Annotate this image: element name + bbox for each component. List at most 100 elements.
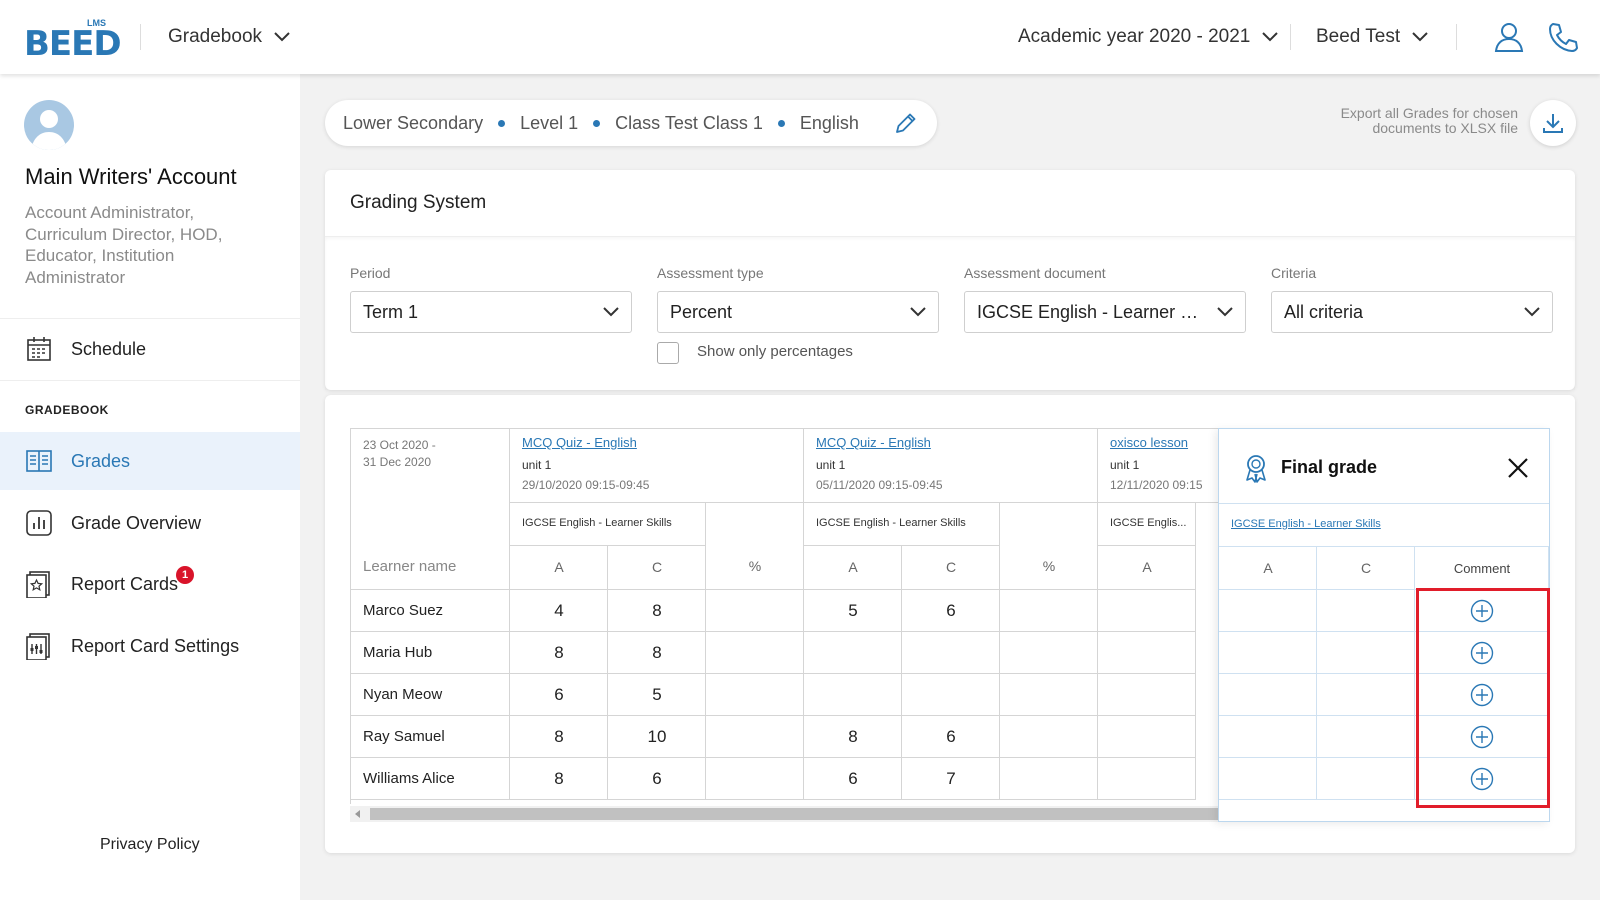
chevron-down-icon bbox=[274, 32, 290, 42]
assessment-header: MCQ Quiz - English unit 1 29/10/2020 09:… bbox=[510, 428, 804, 503]
horizontal-scrollbar[interactable] bbox=[350, 806, 1218, 822]
assessment-document-cell: IGCSE Englis... bbox=[1098, 503, 1196, 546]
sidebar-item-grade-overview[interactable]: Grade Overview bbox=[0, 494, 300, 552]
learner-name-cell[interactable]: Williams Alice bbox=[350, 758, 510, 800]
grade-value: 4 bbox=[554, 601, 564, 620]
percent-cell bbox=[1000, 632, 1098, 674]
grade-cell[interactable]: 10 bbox=[608, 716, 706, 758]
final-grade-document-link[interactable]: IGCSE English - Learner Skills bbox=[1231, 518, 1381, 530]
percent-cell bbox=[706, 758, 804, 800]
assessment-document-select[interactable]: IGCSE English - Learner Skills bbox=[964, 291, 1246, 333]
chevron-down-icon bbox=[603, 307, 619, 317]
grade-cell[interactable] bbox=[902, 632, 1000, 674]
scrollbar-thumb[interactable] bbox=[370, 808, 1218, 820]
criteria-label: Criteria bbox=[1271, 265, 1317, 281]
criteria-a-header-cell: A bbox=[510, 546, 608, 590]
grade-cell[interactable]: 7 bbox=[902, 758, 1000, 800]
grade-cell[interactable]: 6 bbox=[608, 758, 706, 800]
grade-value: 10 bbox=[647, 727, 667, 746]
assessment-type-value: Percent bbox=[670, 301, 733, 322]
grade-cell[interactable]: 6 bbox=[804, 758, 902, 800]
grade-value: 8 bbox=[554, 643, 564, 662]
grade-cell[interactable] bbox=[902, 674, 1000, 716]
assessment-title-link[interactable]: MCQ Quiz - English bbox=[816, 435, 931, 450]
learner-name-cell[interactable]: Ray Samuel bbox=[350, 716, 510, 758]
assessment-type-select[interactable]: Percent bbox=[657, 291, 939, 333]
avatar[interactable] bbox=[24, 100, 74, 150]
divider bbox=[1456, 24, 1457, 50]
top-bar: LMS BEED Gradebook Academic year 2020 - … bbox=[0, 0, 1600, 74]
show-only-percentages-label[interactable]: Show only percentages bbox=[697, 343, 853, 360]
module-label: Gradebook bbox=[168, 26, 263, 47]
final-grade-a-cell[interactable] bbox=[1219, 674, 1317, 716]
user-icon[interactable] bbox=[1492, 20, 1526, 54]
export-xlsx-button[interactable] bbox=[1530, 100, 1576, 146]
breadcrumb-item[interactable]: Level 1 bbox=[520, 113, 578, 134]
assessment-document: IGCSE English - Learner Skills bbox=[816, 517, 966, 529]
criteria-select[interactable]: All criteria bbox=[1271, 291, 1553, 333]
final-grade-c-cell[interactable] bbox=[1317, 758, 1415, 800]
sidebar-item-report-card-settings[interactable]: Report Card Settings bbox=[0, 617, 300, 675]
percent-cell bbox=[1000, 758, 1098, 800]
assessment-title-link[interactable]: oxisco lesson bbox=[1110, 435, 1188, 450]
grade-cell[interactable]: 8 bbox=[510, 758, 608, 800]
grade-value: 5 bbox=[848, 601, 858, 620]
period-value: Term 1 bbox=[363, 301, 419, 322]
account-name: Main Writers' Account bbox=[25, 164, 237, 189]
phone-icon[interactable] bbox=[1546, 20, 1580, 54]
grade-cell[interactable]: 8 bbox=[510, 632, 608, 674]
grade-cell[interactable]: 8 bbox=[608, 590, 706, 632]
module-selector[interactable]: Gradebook bbox=[168, 24, 290, 50]
grade-value: 6 bbox=[554, 685, 564, 704]
nav-schedule[interactable]: Schedule bbox=[0, 320, 300, 378]
grade-cell[interactable]: 5 bbox=[608, 674, 706, 716]
grade-cell[interactable] bbox=[804, 632, 902, 674]
grade-cell[interactable]: 5 bbox=[804, 590, 902, 632]
breadcrumb-item[interactable]: English bbox=[800, 113, 859, 134]
logo-word: BEED bbox=[24, 24, 122, 64]
grade-cell[interactable]: 8 bbox=[510, 716, 608, 758]
final-grade-a-cell[interactable] bbox=[1219, 758, 1317, 800]
assessment-unit: unit 1 bbox=[522, 458, 552, 472]
chevron-down-icon bbox=[1524, 307, 1540, 317]
learner-name-cell[interactable]: Maria Hub bbox=[350, 632, 510, 674]
final-grade-a-cell[interactable] bbox=[1219, 590, 1317, 632]
privacy-policy-link[interactable]: Privacy Policy bbox=[100, 836, 200, 854]
learner-name-cell[interactable]: Marco Suez bbox=[350, 590, 510, 632]
breadcrumb-item[interactable]: Lower Secondary bbox=[343, 113, 483, 134]
show-only-percentages-checkbox[interactable] bbox=[657, 342, 679, 364]
grade-cell[interactable]: 8 bbox=[608, 632, 706, 674]
final-grade-a-cell[interactable] bbox=[1219, 716, 1317, 758]
learner-name-cell[interactable]: Nyan Meow bbox=[350, 674, 510, 716]
grade-cell[interactable]: 4 bbox=[510, 590, 608, 632]
comment-header-cell: Comment bbox=[1415, 546, 1549, 590]
assessment-document-cell: IGCSE English - Learner Skills bbox=[510, 503, 706, 546]
sidebar-item-report-cards[interactable]: Report Cards bbox=[0, 555, 300, 613]
grade-cell[interactable] bbox=[804, 674, 902, 716]
assessment-title-link[interactable]: MCQ Quiz - English bbox=[522, 435, 637, 450]
final-grade-c-cell[interactable] bbox=[1317, 632, 1415, 674]
comment-header: Comment bbox=[1453, 561, 1511, 576]
percent-cell bbox=[1000, 590, 1098, 632]
academic-year-selector[interactable]: Academic year 2020 - 2021 bbox=[1018, 24, 1279, 50]
final-grade-a-cell[interactable] bbox=[1219, 632, 1317, 674]
scroll-left-arrow-icon[interactable] bbox=[354, 810, 362, 818]
assessment-datetime: 29/10/2020 09:15-09:45 bbox=[522, 478, 650, 492]
grade-cell[interactable]: 6 bbox=[902, 590, 1000, 632]
institution-selector[interactable]: Beed Test bbox=[1316, 24, 1428, 50]
breadcrumb-item[interactable]: Class Test Class 1 bbox=[615, 113, 763, 134]
academic-year-label: Academic year 2020 - 2021 bbox=[1018, 26, 1251, 47]
gradebook-table: 23 Oct 2020 - 31 Dec 2020 Learner name M… bbox=[350, 428, 1218, 804]
period-select[interactable]: Term 1 bbox=[350, 291, 632, 333]
criteria-c-header: C bbox=[945, 559, 957, 575]
grade-cell[interactable]: 8 bbox=[804, 716, 902, 758]
final-grade-c-cell[interactable] bbox=[1317, 674, 1415, 716]
sidebar-item-grades[interactable]: Grades bbox=[0, 432, 300, 490]
grade-cell[interactable]: 6 bbox=[510, 674, 608, 716]
beed-logo[interactable]: LMS BEED bbox=[24, 18, 122, 64]
final-grade-c-cell[interactable] bbox=[1317, 716, 1415, 758]
final-grade-c-cell[interactable] bbox=[1317, 590, 1415, 632]
grade-cell[interactable]: 6 bbox=[902, 716, 1000, 758]
close-icon[interactable] bbox=[1507, 457, 1529, 479]
pencil-edit-icon[interactable] bbox=[893, 110, 919, 136]
